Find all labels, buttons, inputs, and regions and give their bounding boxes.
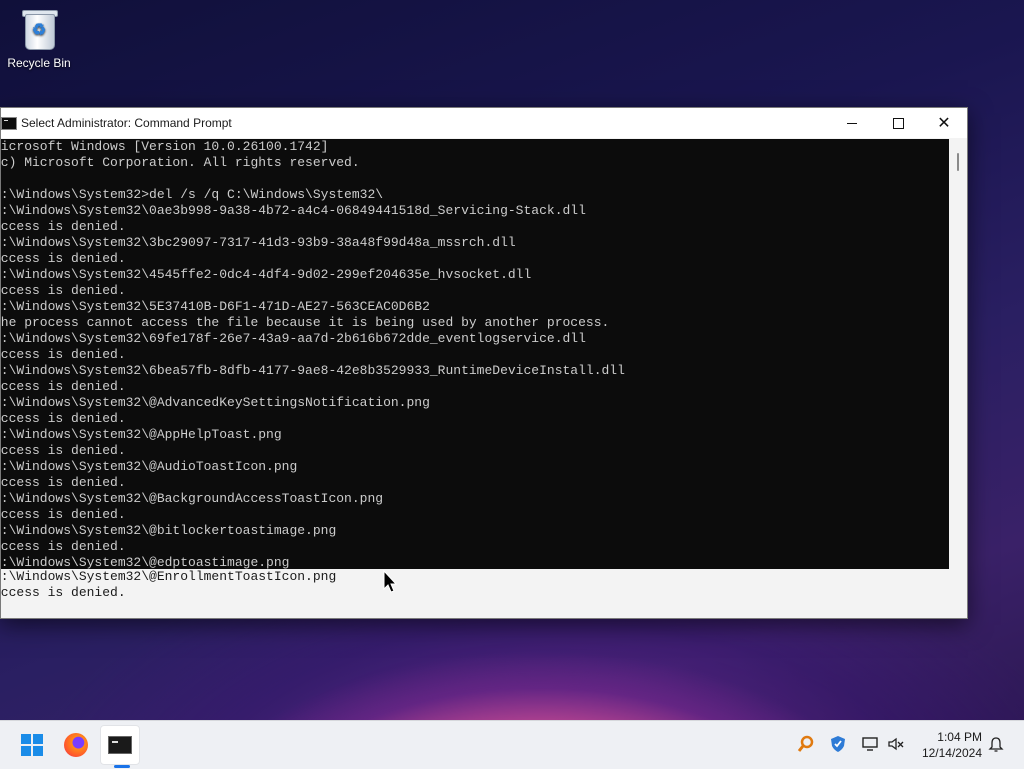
console-line: C:\Windows\System32\@AdvancedKeySettings… [1,395,430,410]
console-lower-lines: C:\Windows\System32\@EnrollmentToastIcon… [1,569,336,601]
console-line: Access is denied. [1,411,126,426]
console-line: Access is denied. [1,443,126,458]
console-line: (c) Microsoft Corporation. All rights re… [1,155,360,170]
console-line: Access is denied. [1,379,126,394]
window-title: Select Administrator: Command Prompt [21,116,232,130]
scroll-thumb[interactable] [957,153,959,171]
console-line: Access is denied. [1,475,126,490]
volume-muted-icon[interactable] [886,734,906,754]
console-line: C:\Windows\System32\3bc29097-7317-41d3-9… [1,235,516,250]
vertical-scrollbar[interactable] [950,139,967,617]
clock-time: 1:04 PM [937,730,982,744]
window-controls: ✕ [829,108,967,138]
console-line: C:\Windows\System32>del /s /q C:\Windows… [1,187,384,202]
console-line: C:\Windows\System32\5E37410B-D6F1-471D-A… [1,299,430,314]
clock-date: 12/14/2024 [921,746,982,760]
minimize-icon [847,122,857,124]
console-line: C:\Windows\System32\@BackgroundAccessToa… [1,491,384,506]
console-line: Access is denied. [1,585,126,600]
bell-icon[interactable] [986,734,1006,754]
console-line: Access is denied. [1,507,126,522]
console-line: C:\Windows\System32\6bea57fb-8dfb-4177-9… [1,363,625,378]
command-prompt-icon [108,736,132,754]
console-line: C:\Windows\System32\0ae3b998-9a38-4b72-a… [1,203,586,218]
console-line: C:\Windows\System32\@EnrollmentToastIcon… [1,569,337,584]
console-selection-area: C:\Windows\System32\@EnrollmentToastIcon… [1,569,949,617]
close-button[interactable]: ✕ [921,108,967,138]
console-line: Access is denied. [1,347,126,362]
console-line: Access is denied. [1,539,126,554]
console-line: The process cannot access the file becau… [1,315,610,330]
console-line: Access is denied. [1,283,126,298]
console-line: C:\Windows\System32\@AppHelpToast.png [1,427,282,442]
console-line: Access is denied. [1,251,126,266]
maximize-button[interactable] [875,108,921,138]
recycle-bin-shortcut[interactable]: ♻ Recycle Bin [4,8,74,70]
console-line: C:\Windows\System32\4545ffe2-0dc4-4df4-9… [1,267,532,282]
taskbar-firefox[interactable] [56,725,96,765]
recycle-bin-label: Recycle Bin [7,56,71,70]
taskbar: 1:04 PM 12/14/2024 [0,720,1024,769]
console-line: Microsoft Windows [Version 10.0.26100.17… [1,139,329,154]
mouse-cursor-icon [383,570,397,593]
maximize-icon [892,117,904,129]
search-tray-icon[interactable] [796,734,816,754]
console-lines: Microsoft Windows [Version 10.0.26100.17… [1,139,625,587]
security-shield-icon[interactable] [828,734,848,754]
taskbar-command-prompt[interactable] [100,725,140,765]
recycle-bin-icon: ♻ [21,8,58,50]
start-button[interactable] [12,725,52,765]
console-line: Access is denied. [1,219,126,234]
minimize-button[interactable] [829,108,875,138]
console-line: C:\Windows\System32\@bitlockertoastimage… [1,523,337,538]
close-icon: ✕ [937,113,951,132]
command-prompt-window[interactable]: Select Administrator: Command Prompt ✕ M… [0,107,968,619]
command-prompt-icon [1,116,17,130]
system-clock[interactable]: 1:04 PM 12/14/2024 [922,729,982,761]
windows-start-icon [21,734,43,756]
console-line: C:\Windows\System32\@AudioToastIcon.png [1,459,298,474]
title-bar[interactable]: Select Administrator: Command Prompt ✕ [1,108,967,138]
console-output[interactable]: Microsoft Windows [Version 10.0.26100.17… [1,139,949,617]
firefox-icon [64,733,88,757]
console-line: C:\Windows\System32\69fe178f-26e7-43a9-a… [1,331,586,346]
network-icon[interactable] [860,734,880,754]
